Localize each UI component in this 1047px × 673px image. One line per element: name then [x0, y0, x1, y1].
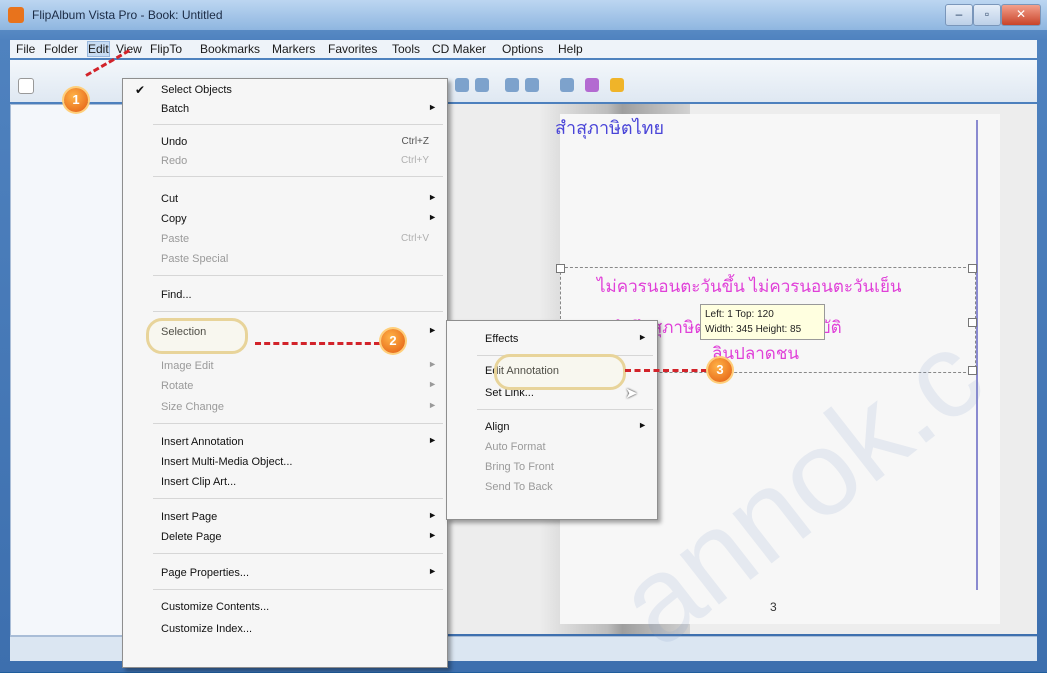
menu-separator	[153, 498, 443, 499]
step-badge-1: 1	[64, 88, 88, 112]
menu-item-rotate[interactable]: Rotate ►	[123, 378, 447, 396]
window-title: FlipAlbum Vista Pro - Book: Untitled	[32, 8, 223, 22]
menu-tools[interactable]: Tools	[392, 42, 420, 56]
submenu-arrow-icon: ►	[428, 379, 437, 389]
submenu-arrow-icon: ►	[638, 420, 647, 430]
resize-handle[interactable]	[968, 318, 977, 327]
menu-item-page-properties[interactable]: Page Properties... ►	[123, 565, 447, 583]
menu-separator	[153, 423, 443, 424]
menu-item-insert-clip-art[interactable]: Insert Clip Art...	[123, 474, 447, 492]
menu-separator	[477, 409, 653, 410]
menu-separator	[153, 589, 443, 590]
close-button[interactable]: ✕	[1001, 4, 1041, 26]
menu-item-effects[interactable]: Effects ►	[447, 331, 657, 349]
page-icon[interactable]	[525, 78, 539, 92]
app-logo-icon	[8, 7, 24, 23]
submenu-arrow-icon: ►	[428, 435, 437, 445]
page-guide-line	[976, 120, 978, 590]
resize-handle[interactable]	[556, 264, 565, 273]
selection-submenu: Effects ► Edit Annotation Set Link... Ali…	[446, 320, 658, 520]
menu-item-delete-page[interactable]: Delete Page ►	[123, 529, 447, 547]
menu-item-send-to-back[interactable]: Send To Back	[447, 479, 657, 497]
submenu-arrow-icon: ►	[428, 102, 437, 112]
selection-highlight	[146, 318, 248, 354]
menu-item-size-change[interactable]: Size Change ►	[123, 399, 447, 417]
step-badge-3: 3	[708, 358, 732, 382]
menu-separator	[153, 275, 443, 276]
menu-item-align[interactable]: Align ►	[447, 419, 657, 437]
step-arrow-line	[625, 369, 707, 372]
menu-item-undo[interactable]: Undo Ctrl+Z	[123, 134, 447, 152]
menu-item-image-edit[interactable]: Image Edit ►	[123, 358, 447, 376]
menu-item-redo[interactable]: Redo Ctrl+Y	[123, 153, 447, 171]
menu-item-find[interactable]: Find...	[123, 287, 447, 305]
effects-icon[interactable]	[585, 78, 599, 92]
edit-annotation-highlight	[494, 354, 626, 390]
check-icon: ✔	[135, 83, 146, 97]
annotation-text-line-1: ไม่ควรนอนตะวันขึ้น ไม่ควรนอนตะวันเย็น	[597, 277, 902, 296]
new-icon[interactable]	[18, 78, 34, 94]
submenu-arrow-icon: ►	[428, 530, 437, 540]
app-window: FlipAlbum Vista Pro - Book: Untitled – ▫…	[0, 0, 1047, 672]
star-icon[interactable]	[610, 78, 624, 92]
menu-bookmarks[interactable]: Bookmarks	[200, 42, 260, 56]
menu-flipto[interactable]: FlipTo	[150, 42, 182, 56]
menu-item-insert-multimedia[interactable]: Insert Multi-Media Object...	[123, 454, 447, 472]
side-panel	[10, 104, 130, 636]
menu-folder[interactable]: Folder	[44, 42, 78, 56]
page-number: 3	[770, 600, 777, 614]
position-tooltip: Left: 1 Top: 120 Width: 345 Height: 85	[700, 304, 825, 340]
maximize-button[interactable]: ▫	[973, 4, 1001, 26]
tooltip-size: Width: 345 Height: 85	[705, 324, 802, 335]
submenu-arrow-icon: ►	[638, 332, 647, 342]
menu-markers[interactable]: Markers	[272, 42, 315, 56]
back-icon[interactable]	[455, 78, 469, 92]
page-heading: สำสุภาษิตไทย	[555, 118, 665, 138]
menu-file[interactable]: File	[16, 42, 35, 56]
minimize-button[interactable]: –	[945, 4, 973, 26]
mouse-cursor-icon: ➤	[625, 385, 638, 402]
submenu-arrow-icon: ►	[428, 510, 437, 520]
step-arrow-line	[255, 342, 380, 345]
menu-bar: File Folder Edit View FlipTo Bookmarks M…	[10, 40, 1037, 58]
zoom-icon[interactable]	[505, 78, 519, 92]
title-bar: FlipAlbum Vista Pro - Book: Untitled – ▫…	[0, 0, 1047, 30]
submenu-arrow-icon: ►	[428, 192, 437, 202]
submenu-arrow-icon: ►	[428, 400, 437, 410]
menu-edit[interactable]: Edit	[87, 41, 110, 57]
menu-separator	[153, 176, 443, 177]
menu-item-auto-format[interactable]: Auto Format	[447, 439, 657, 457]
menu-item-batch[interactable]: Batch ►	[123, 101, 447, 119]
forward-icon[interactable]	[475, 78, 489, 92]
menu-item-customize-index[interactable]: Customize Index...	[123, 621, 447, 639]
tooltip-position: Left: 1 Top: 120	[705, 309, 774, 320]
menu-item-paste-special[interactable]: Paste Special	[123, 251, 447, 269]
step-badge-2: 2	[381, 329, 405, 353]
menu-item-insert-annotation[interactable]: Insert Annotation ►	[123, 434, 447, 452]
menu-favorites[interactable]: Favorites	[328, 42, 377, 56]
menu-item-select-objects[interactable]: ✔ Select Objects	[123, 82, 447, 100]
menu-item-cut[interactable]: Cut ►	[123, 191, 447, 209]
menu-item-insert-page[interactable]: Insert Page ►	[123, 509, 447, 527]
submenu-arrow-icon: ►	[428, 359, 437, 369]
menu-item-bring-to-front[interactable]: Bring To Front	[447, 459, 657, 477]
menu-help[interactable]: Help	[558, 42, 583, 56]
menu-item-customize-contents[interactable]: Customize Contents...	[123, 599, 447, 617]
menu-separator	[153, 553, 443, 554]
menu-separator	[153, 311, 443, 312]
menu-item-copy[interactable]: Copy ►	[123, 211, 447, 229]
menu-options[interactable]: Options	[502, 42, 543, 56]
submenu-arrow-icon: ►	[428, 566, 437, 576]
submenu-arrow-icon: ►	[428, 212, 437, 222]
edit-icon[interactable]	[560, 78, 574, 92]
menu-item-paste[interactable]: Paste Ctrl+V	[123, 231, 447, 249]
resize-handle[interactable]	[968, 264, 977, 273]
menu-cd-maker[interactable]: CD Maker	[432, 42, 486, 56]
submenu-arrow-icon: ►	[428, 325, 437, 335]
menu-separator	[153, 124, 443, 125]
edit-menu: ✔ Select Objects Batch ► Undo Ctrl+Z Redo C…	[122, 78, 448, 668]
